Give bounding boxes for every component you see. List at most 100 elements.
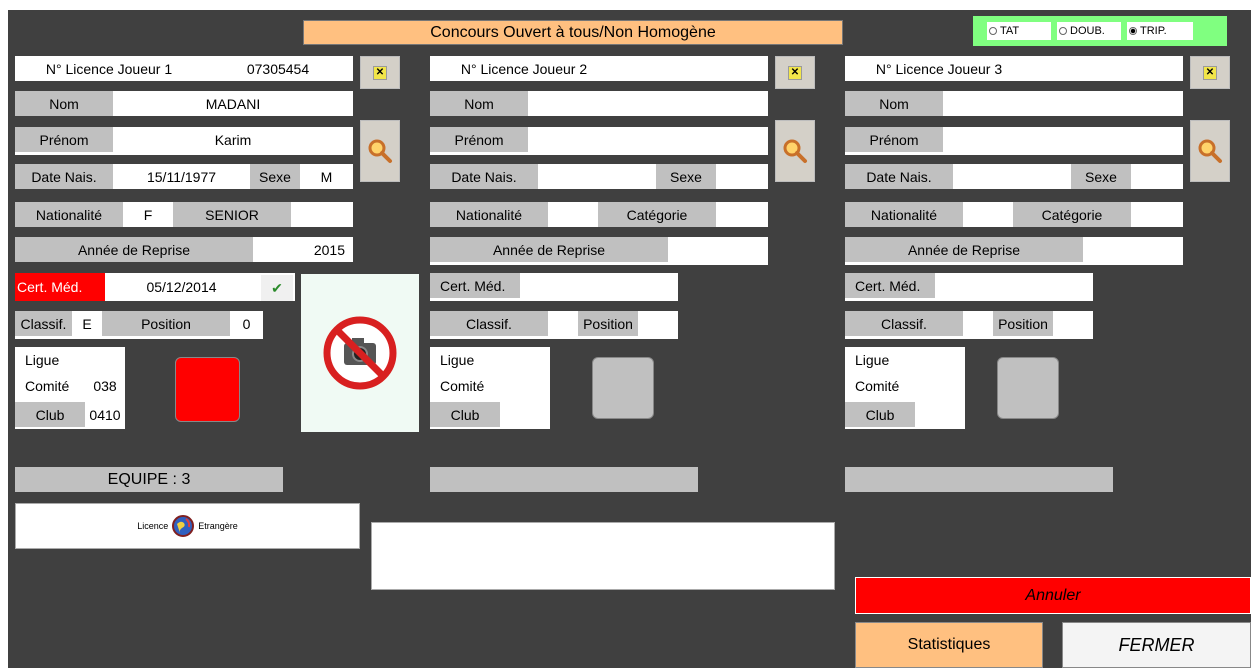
check-icon: ✔ — [271, 279, 283, 296]
main-window: Concours Ouvert à tous/Non Homogène TAT … — [8, 10, 1251, 668]
clear-icon: ✕ — [788, 65, 802, 80]
nationalite-input-1[interactable]: F — [123, 202, 173, 227]
search-button-2[interactable] — [775, 120, 815, 182]
nationalite-label-3: Nationalité — [845, 202, 963, 227]
prenom-input-2[interactable] — [528, 127, 768, 152]
clear-icon: ✕ — [1203, 65, 1217, 80]
position-label-3: Position — [993, 311, 1053, 336]
reprise-label-3: Année de Reprise — [845, 237, 1083, 262]
comite-label-3: Comité — [855, 378, 900, 394]
club-label-2: Club — [430, 402, 500, 427]
licence-input-1[interactable]: 07305454 — [203, 56, 353, 81]
position-input-1[interactable]: 0 — [230, 311, 263, 336]
nom-label-3: Nom — [845, 91, 943, 116]
cert-validate-button-1[interactable]: ✔ — [261, 275, 293, 301]
licence-etrangere-right: Etrangère — [198, 521, 238, 531]
equipe-bar-3 — [845, 467, 1113, 492]
prenom-input-1[interactable]: Karim — [113, 127, 353, 152]
nationalite-input-3[interactable] — [963, 202, 1013, 227]
equipe-bar-2 — [430, 467, 698, 492]
nom-input-3[interactable] — [943, 91, 1183, 116]
ligue-label-1: Ligue — [25, 351, 60, 368]
magnifier-icon — [783, 139, 807, 163]
competition-title: Concours Ouvert à tous/Non Homogène — [303, 20, 843, 45]
sexe-input-1[interactable]: M — [300, 164, 353, 189]
categorie-value-1: SENIOR — [173, 202, 291, 227]
radio-tat-label: TAT — [1000, 25, 1020, 37]
club-value-1: 0410 — [89, 406, 121, 423]
categorie-label-3: Catégorie — [1013, 202, 1131, 227]
radio-tat[interactable]: TAT — [987, 22, 1051, 40]
classif-input-3[interactable] — [963, 311, 993, 336]
nom-input-2[interactable] — [528, 91, 768, 116]
date-nais-input-1[interactable]: 15/11/1977 — [113, 164, 250, 189]
cert-label-1: Cert. Méd. — [15, 273, 105, 301]
status-square-2 — [592, 357, 654, 419]
mode-radio-group: TAT DOUB. TRIP. — [973, 16, 1227, 46]
club-label-1: Club — [15, 402, 85, 427]
position-input-2[interactable] — [638, 311, 678, 339]
photo-panel[interactable] — [301, 274, 419, 432]
comite-value-1: 038 — [93, 378, 117, 394]
classif-input-2[interactable] — [548, 311, 578, 336]
date-nais-label-2: Date Nais. — [430, 164, 538, 189]
licence-input-2[interactable] — [618, 56, 768, 81]
position-label-2: Position — [578, 311, 638, 336]
cert-label-2: Cert. Méd. — [430, 273, 520, 298]
radio-tat-dot — [989, 27, 997, 35]
globe-icon — [172, 515, 195, 537]
annuler-button[interactable]: Annuler — [855, 577, 1251, 614]
magnifier-icon — [1198, 139, 1222, 163]
clear-button-1[interactable]: ✕ — [360, 56, 400, 89]
date-nais-input-2[interactable] — [538, 164, 656, 189]
message-box[interactable] — [371, 522, 835, 590]
sexe-input-2[interactable] — [716, 164, 768, 189]
position-input-3[interactable] — [1053, 311, 1093, 339]
licence-input-3[interactable] — [1033, 56, 1183, 81]
cert-input-3[interactable] — [935, 273, 1093, 301]
sexe-label-3: Sexe — [1071, 164, 1131, 189]
reprise-input-2[interactable] — [668, 237, 768, 262]
fermer-button[interactable]: FERMER — [1062, 622, 1251, 668]
radio-trip[interactable]: TRIP. — [1127, 22, 1193, 40]
cert-input-1[interactable]: 05/12/2014 — [105, 273, 258, 301]
clear-button-2[interactable]: ✕ — [775, 56, 815, 89]
cert-input-2[interactable] — [520, 273, 678, 301]
nationalite-input-2[interactable] — [548, 202, 598, 227]
equipe-bar-1: EQUIPE : 3 — [15, 467, 283, 492]
date-nais-label-1: Date Nais. — [15, 164, 113, 189]
nom-label-1: Nom — [15, 91, 113, 116]
status-square-1 — [175, 357, 240, 422]
licence-label-3: N° Licence Joueur 3 — [875, 60, 1003, 77]
reprise-input-3[interactable] — [1083, 237, 1183, 262]
radio-doub[interactable]: DOUB. — [1057, 22, 1121, 40]
sexe-input-3[interactable] — [1131, 164, 1183, 189]
categorie-input-2[interactable] — [716, 202, 768, 227]
comite-label-1: Comité — [25, 378, 70, 394]
prenom-label-1: Prénom — [15, 127, 113, 152]
club-label-3: Club — [845, 402, 915, 427]
statistiques-button[interactable]: Statistiques — [855, 622, 1043, 668]
nationalite-label-2: Nationalité — [430, 202, 548, 227]
categorie-input-3[interactable] — [1131, 202, 1183, 227]
licence-etrangere-button[interactable]: Licence Etrangère — [15, 503, 360, 549]
ligue-label-2: Ligue — [440, 351, 475, 368]
search-button-3[interactable] — [1190, 120, 1230, 182]
comite-label-2: Comité — [440, 378, 485, 394]
clear-button-3[interactable]: ✕ — [1190, 56, 1230, 89]
sexe-label-1: Sexe — [250, 164, 300, 189]
classif-input-1[interactable]: E — [72, 311, 102, 336]
date-nais-input-3[interactable] — [953, 164, 1071, 189]
licence-etrangere-left: Licence — [137, 521, 169, 531]
licence-label-1: N° Licence Joueur 1 — [45, 60, 173, 77]
radio-trip-label: TRIP. — [1140, 25, 1167, 37]
cert-label-3: Cert. Méd. — [845, 273, 935, 298]
search-button-1[interactable] — [360, 120, 400, 182]
radio-doub-dot — [1059, 27, 1067, 35]
classif-label-1: Classif. — [15, 311, 72, 336]
nom-input-1[interactable]: MADANI — [113, 91, 353, 116]
reprise-input-1[interactable]: 2015 — [253, 237, 353, 262]
nom-label-2: Nom — [430, 91, 528, 116]
prenom-input-3[interactable] — [943, 127, 1183, 152]
position-label-1: Position — [102, 311, 230, 336]
